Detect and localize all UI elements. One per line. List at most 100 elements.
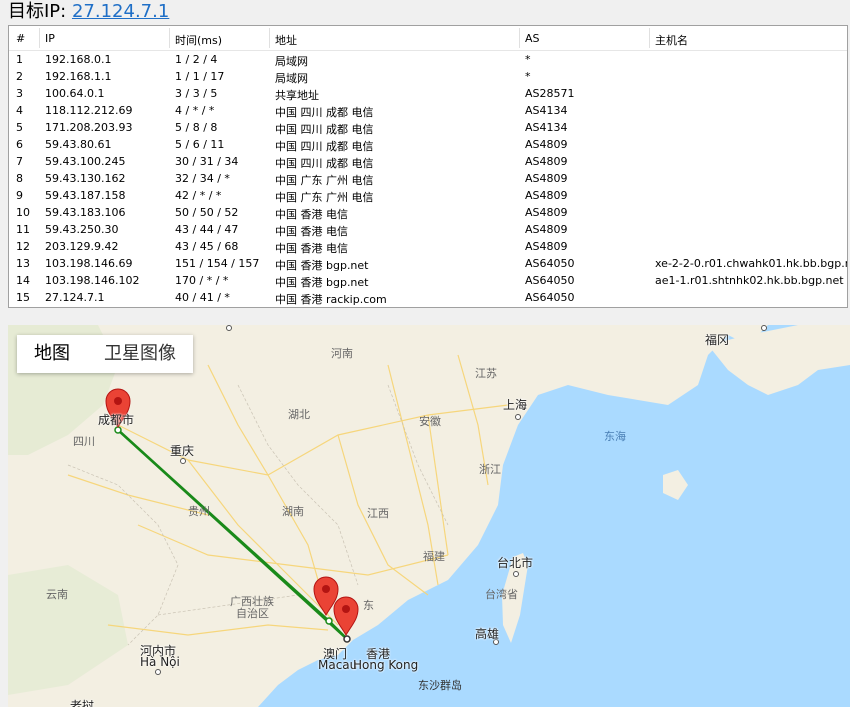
row-number: 10	[16, 206, 30, 219]
row-address: 中国 四川 成都 电信	[275, 157, 374, 170]
row-number: 3	[16, 87, 23, 100]
target-ip-link[interactable]: 27.124.7.1	[72, 1, 169, 22]
row-time: 30 / 31 / 34	[175, 155, 239, 168]
row-number: 5	[16, 121, 23, 134]
city-taipei: 台北市	[497, 556, 534, 570]
row-address: 中国 香港 bgp.net	[275, 276, 369, 289]
row-ip: 59.43.100.245	[45, 155, 126, 168]
row-as: *	[525, 70, 531, 83]
province-hubei: 湖北	[288, 408, 310, 421]
table-row[interactable]: 1 192.168.0.1 1 / 2 / 4 局域网 *	[9, 51, 847, 68]
province-yunnan: 云南	[46, 588, 68, 601]
province-fujian: 福建	[423, 550, 445, 563]
province-jiangsu: 江苏	[475, 367, 497, 380]
tab-map[interactable]: 地图	[17, 335, 87, 373]
row-time: 3 / 3 / 5	[175, 87, 218, 100]
route-map[interactable]: 地图 卫星图像 成都市 重庆 上海 福冈 台北市 高雄 澳门 Macau 香港 …	[8, 325, 850, 707]
table-row[interactable]: 2 192.168.1.1 1 / 1 / 17 局域网 *	[9, 68, 847, 85]
province-taiwan: 台湾省	[485, 588, 518, 601]
row-as: AS4134	[525, 121, 568, 134]
city-macau-en: Macau	[318, 658, 358, 672]
table-row[interactable]: 15 27.124.7.1 40 / 41 / * 中国 香港 rackip.com A…	[9, 289, 847, 306]
row-ip: 192.168.0.1	[45, 53, 112, 66]
table-row[interactable]: 3 100.64.0.1 3 / 3 / 5 共享地址 AS28571	[9, 85, 847, 102]
row-number: 2	[16, 70, 23, 83]
table-row[interactable]: 8 59.43.130.162 32 / 34 / * 中国 广东 广州 电信 AS48…	[9, 170, 847, 187]
row-ip: 27.124.7.1	[45, 291, 105, 304]
province-guangdong: 东	[363, 599, 374, 612]
row-number: 1	[16, 53, 23, 66]
row-hostname: ae1-1.r01.shtnhk02.hk.bb.bgp.net	[655, 274, 844, 287]
province-guangxi-2: 自治区	[236, 607, 269, 620]
row-time: 1 / 1 / 17	[175, 70, 225, 83]
row-time: 4 / * / *	[175, 104, 215, 117]
row-as: AS4809	[525, 138, 568, 151]
row-ip: 59.43.183.106	[45, 206, 126, 219]
row-address: 中国 香港 rackip.com	[275, 293, 387, 306]
row-time: 1 / 2 / 4	[175, 53, 218, 66]
table-row[interactable]: 7 59.43.100.245 30 / 31 / 34 中国 四川 成都 电信 AS4…	[9, 153, 847, 170]
province-zhejiang: 浙江	[479, 463, 501, 476]
city-chengdu: 成都市	[98, 413, 135, 427]
row-time: 170 / * / *	[175, 274, 229, 287]
row-time: 5 / 8 / 8	[175, 121, 218, 134]
col-header-ip[interactable]: IP	[45, 32, 55, 45]
table-row[interactable]: 10 59.43.183.106 50 / 50 / 52 中国 香港 电信 AS480…	[9, 204, 847, 221]
row-number: 8	[16, 172, 23, 185]
row-as: *	[525, 53, 531, 66]
col-header-as[interactable]: AS	[525, 32, 540, 45]
traceroute-table: # IP 时间(ms) 地址 AS 主机名 1 192.168.0.1 1 / 2 …	[8, 25, 848, 308]
row-address: 中国 香港 bgp.net	[275, 259, 369, 272]
row-hostname: xe-2-2-0.r01.chwahk01.hk.bb.bgp.net	[655, 257, 848, 270]
table-row[interactable]: 13 103.198.146.69 151 / 154 / 157 中国 香港 bgp…	[9, 255, 848, 272]
row-address: 中国 四川 成都 电信	[275, 123, 374, 136]
province-guizhou: 贵州	[188, 505, 210, 518]
map-canvas	[8, 325, 850, 707]
row-number: 14	[16, 274, 30, 287]
row-ip: 118.112.212.69	[45, 104, 133, 117]
col-header-number[interactable]: #	[16, 32, 25, 45]
row-ip: 100.64.0.1	[45, 87, 105, 100]
row-address: 中国 香港 电信	[275, 225, 348, 238]
row-time: 43 / 45 / 68	[175, 240, 239, 253]
city-shanghai: 上海	[503, 398, 528, 412]
row-ip: 59.43.187.158	[45, 189, 126, 202]
table-row[interactable]: 12 203.129.9.42 43 / 45 / 68 中国 香港 电信 AS4809	[9, 238, 847, 255]
row-ip: 59.43.250.30	[45, 223, 119, 236]
province-jiangxi: 江西	[367, 507, 389, 520]
table-row[interactable]: 4 118.112.212.69 4 / * / * 中国 四川 成都 电信 AS413…	[9, 102, 847, 119]
row-address: 局域网	[275, 72, 308, 85]
province-henan: 河南	[331, 347, 353, 360]
row-time: 5 / 6 / 11	[175, 138, 225, 151]
country-laos: 老挝	[70, 699, 95, 707]
row-address: 中国 香港 电信	[275, 208, 348, 221]
row-address: 中国 四川 成都 电信	[275, 140, 374, 153]
row-time: 42 / * / *	[175, 189, 222, 202]
city-hanoi-en: Hà Nội	[140, 655, 180, 669]
province-sichuan: 四川	[73, 435, 95, 448]
province-anhui: 安徽	[419, 415, 441, 428]
row-as: AS64050	[525, 274, 575, 287]
col-header-hostname[interactable]: 主机名	[655, 32, 688, 48]
table-row[interactable]: 11 59.43.250.30 43 / 44 / 47 中国 香港 电信 AS4809	[9, 221, 847, 238]
row-number: 11	[16, 223, 30, 236]
row-as: AS4809	[525, 240, 568, 253]
row-ip: 103.198.146.69	[45, 257, 133, 270]
tab-satellite[interactable]: 卫星图像	[87, 335, 193, 373]
col-header-address[interactable]: 地址	[275, 32, 297, 48]
row-address: 中国 香港 电信	[275, 242, 348, 255]
row-time: 40 / 41 / *	[175, 291, 230, 304]
table-row[interactable]: 5 171.208.203.93 5 / 8 / 8 中国 四川 成都 电信 AS413…	[9, 119, 847, 136]
row-number: 9	[16, 189, 23, 202]
row-address: 共享地址	[275, 89, 319, 102]
sea-donghai: 东海	[604, 430, 626, 443]
province-hunan: 湖南	[282, 505, 304, 518]
table-row[interactable]: 14 103.198.146.102 170 / * / * 中国 香港 bgp.ne…	[9, 272, 847, 289]
col-header-time[interactable]: 时间(ms)	[175, 32, 222, 48]
row-ip: 171.208.203.93	[45, 121, 133, 134]
row-as: AS64050	[525, 257, 575, 270]
table-row[interactable]: 9 59.43.187.158 42 / * / * 中国 广东 广州 电信 AS480…	[9, 187, 847, 204]
table-header: # IP 时间(ms) 地址 AS 主机名	[9, 26, 847, 51]
row-as: AS64050	[525, 291, 575, 304]
table-row[interactable]: 6 59.43.80.61 5 / 6 / 11 中国 四川 成都 电信 AS4809	[9, 136, 847, 153]
